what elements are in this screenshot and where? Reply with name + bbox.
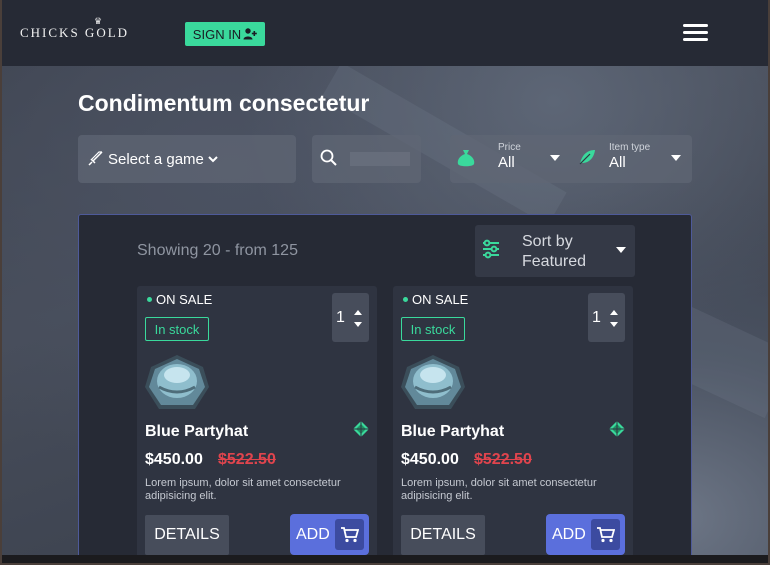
sale-price: $450.00 bbox=[145, 451, 203, 468]
details-button[interactable]: DETAILS bbox=[401, 515, 485, 555]
stock-status: In stock bbox=[401, 317, 465, 341]
game-select-dropdown[interactable]: Select a game bbox=[78, 135, 296, 183]
product-description: Lorem ipsum, dolor sit amet consectetur … bbox=[145, 477, 341, 502]
on-sale-badge: ON SALE bbox=[147, 292, 212, 307]
search-field[interactable] bbox=[312, 135, 421, 183]
item-type-filter-value: All bbox=[609, 154, 626, 171]
crown-icon: ♛ bbox=[94, 16, 105, 26]
filter-group: Price All Item type All bbox=[450, 135, 692, 183]
sort-label: Sort by Featured bbox=[522, 232, 586, 272]
add-to-cart-button[interactable]: ADD bbox=[546, 514, 625, 555]
sale-price: $450.00 bbox=[401, 451, 459, 468]
sliders-icon bbox=[483, 239, 499, 259]
item-type-filter-label: Item type bbox=[609, 142, 651, 153]
search-icon bbox=[320, 149, 337, 166]
add-label: ADD bbox=[552, 526, 586, 543]
increment-arrow[interactable] bbox=[354, 310, 362, 315]
leaf-icon bbox=[579, 150, 595, 165]
stock-status: In stock bbox=[145, 317, 209, 341]
price-filter-value: All bbox=[498, 154, 515, 171]
original-price: $522.50 bbox=[218, 451, 276, 468]
product-card: ON SALE In stock 1 Blue Partyhat $450.00 bbox=[137, 286, 377, 563]
partyhat-item-image bbox=[401, 355, 465, 409]
page-background: CHICKS GOLD ♛ SIGN IN Condimentum consec… bbox=[0, 0, 770, 565]
quantity-value: 1 bbox=[336, 309, 345, 326]
brand-logo[interactable]: CHICKS GOLD ♛ bbox=[20, 16, 130, 41]
item-type-filter[interactable]: Item type All bbox=[609, 142, 650, 171]
sign-in-button[interactable]: SIGN IN bbox=[185, 22, 265, 46]
results-count: Showing 20 - from 125 bbox=[137, 242, 298, 259]
details-button[interactable]: DETAILS bbox=[145, 515, 229, 555]
sort-line-1: Sort by bbox=[522, 233, 573, 250]
increment-arrow[interactable] bbox=[610, 310, 618, 315]
product-name[interactable]: Blue Partyhat bbox=[145, 423, 248, 441]
price-caret-icon[interactable] bbox=[550, 155, 560, 161]
user-plus-icon bbox=[243, 28, 258, 40]
decrement-arrow[interactable] bbox=[610, 322, 618, 327]
price-filter[interactable]: Price All bbox=[498, 142, 521, 171]
page-title: Condimentum consectetur bbox=[78, 90, 370, 116]
cart-icon bbox=[335, 519, 364, 550]
money-bag-icon bbox=[457, 150, 475, 167]
add-label: ADD bbox=[296, 526, 330, 543]
chevron-down-icon bbox=[208, 156, 218, 163]
quantity-stepper[interactable]: 1 bbox=[588, 293, 625, 342]
rune-gem-icon bbox=[609, 421, 625, 437]
price-filter-label: Price bbox=[498, 142, 521, 153]
sort-line-2: Featured bbox=[522, 253, 587, 270]
add-to-cart-button[interactable]: ADD bbox=[290, 514, 369, 555]
products-panel: Showing 20 - from 125 Sort by Featured O… bbox=[78, 214, 692, 563]
quantity-value: 1 bbox=[592, 309, 601, 326]
sort-dropdown[interactable]: Sort by Featured bbox=[475, 225, 635, 277]
product-card: ON SALE In stock 1 Blue Partyhat $450.00 bbox=[393, 286, 633, 563]
partyhat-item-image bbox=[145, 355, 209, 409]
decrement-arrow[interactable] bbox=[354, 322, 362, 327]
hamburger-menu-button[interactable] bbox=[683, 24, 708, 42]
cart-icon bbox=[591, 519, 620, 550]
item-type-caret-icon[interactable] bbox=[671, 155, 681, 161]
search-input[interactable] bbox=[350, 152, 410, 166]
sign-in-label: SIGN IN bbox=[192, 26, 242, 42]
game-select-label: Select a game bbox=[108, 150, 204, 168]
top-navbar: CHICKS GOLD ♛ SIGN IN bbox=[2, 0, 768, 66]
on-sale-badge: ON SALE bbox=[403, 292, 468, 307]
sort-caret-icon bbox=[616, 247, 626, 253]
logo-text: CHICKS GOLD bbox=[20, 25, 130, 40]
product-description: Lorem ipsum, dolor sit amet consectetur … bbox=[401, 477, 597, 502]
sword-icon bbox=[88, 151, 103, 166]
original-price: $522.50 bbox=[474, 451, 532, 468]
product-name[interactable]: Blue Partyhat bbox=[401, 423, 504, 441]
quantity-stepper[interactable]: 1 bbox=[332, 293, 369, 342]
rune-gem-icon bbox=[353, 421, 369, 437]
window-bottom-bar bbox=[2, 555, 768, 563]
